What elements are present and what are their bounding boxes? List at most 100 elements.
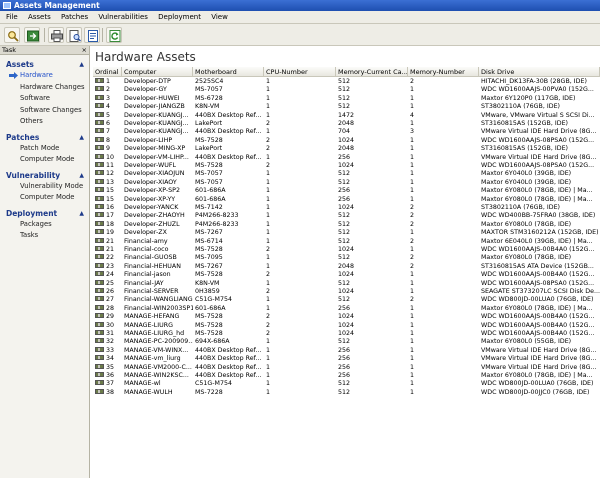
- table-row[interactable]: 37 MANAGE-wl C51G-M754 1 512 1 WDC WD800JD-00L…: [93, 380, 600, 388]
- collapse-icon[interactable]: ▲: [79, 170, 84, 181]
- table-row[interactable]: 32 MANAGE-PC-200909... 694X-686A 1 512 1 Maxto…: [93, 338, 600, 346]
- table-row[interactable]: 24 Financial-jason MS-7528 2 1024 1 WDC WD1600…: [93, 271, 600, 279]
- table-row[interactable]: 3 Developer-HUWEI MS-6728 1 512 1 Maxtor 6Y120…: [93, 94, 600, 103]
- col-memory-current-cell: 512: [338, 237, 351, 245]
- col-computer-cell: Developer-XP-YY: [124, 195, 176, 203]
- table-row[interactable]: 33 MANAGE-VM-WINX... 440BX Desktop Ref... 1…: [93, 346, 600, 355]
- refresh-button[interactable]: [106, 27, 122, 43]
- col-cpu-number-cell: 2: [266, 136, 271, 144]
- group-header-assets[interactable]: Assets ▲: [0, 59, 89, 70]
- table-row[interactable]: 13 Developer-XIAOY MS-7057 1 512 1 Maxtor 6Y04…: [93, 178, 600, 187]
- table-row[interactable]: 17 Developer-ZHAOYH P4M266-8233 1 512 2 WDC WD…: [93, 212, 600, 220]
- col-cpu-number-cell: 2: [266, 145, 271, 153]
- task-item-hardware-changes[interactable]: Hardware Changes: [0, 82, 89, 94]
- task-item-tasks[interactable]: Tasks: [0, 230, 89, 242]
- group-header-patches[interactable]: Patches ▲: [0, 132, 89, 143]
- col-memory-current-cell: 256: [338, 153, 351, 161]
- table-row[interactable]: 31 MANAGE-LIURG_hd MS-7528 2 1024 1 WDC WD1600…: [93, 330, 600, 338]
- task-panel: Task × Assets ▲ Hardware Hardware Change…: [0, 46, 90, 478]
- table-row[interactable]: 21 Financial-amy MS-6714 1 512 2 Maxtor 6E040L…: [93, 237, 600, 246]
- menu-deployment[interactable]: Deployment: [154, 11, 205, 24]
- col-motherboard-header[interactable]: Motherboard: [193, 67, 264, 77]
- task-item-software-changes[interactable]: Software Changes: [0, 105, 89, 117]
- menu-file[interactable]: File: [2, 11, 22, 24]
- collapse-icon[interactable]: ▲: [79, 208, 84, 219]
- task-item-computer-mode[interactable]: Computer Mode: [0, 154, 89, 166]
- table-row[interactable]: 22 Financial-GUOSB MS-7095 1 512 2 Maxtor 6Y08…: [93, 254, 600, 262]
- task-item-patch-mode[interactable]: Patch Mode: [0, 143, 89, 155]
- table-row[interactable]: 36 MANAGE-WIN2KSC... 440BX Desktop Ref... 1…: [93, 372, 600, 380]
- table-row[interactable]: 2 Developer-GY MS-7057 1 512 1 WDC WD1600AAJS-…: [93, 86, 600, 94]
- table-row[interactable]: 7 Developer-KUANGJ... 440BX Desktop Ref...…: [93, 128, 600, 136]
- group-header-vulnerability[interactable]: Vulnerability ▲: [0, 170, 89, 181]
- col-memory-current-header[interactable]: Memory-Current Ca...: [336, 67, 408, 77]
- computer-icon: [95, 380, 104, 386]
- ordinal-value: 15: [106, 187, 115, 195]
- table-row[interactable]: 25 Financial-JAY K8N-VM 1 512 1 WDC WD1600AAJS…: [93, 279, 600, 288]
- print-button[interactable]: [48, 27, 64, 43]
- report-button[interactable]: [84, 27, 100, 43]
- computer-icon: [95, 237, 104, 243]
- col-memory-number-header[interactable]: Memory-Number: [408, 67, 479, 77]
- task-item-hardware[interactable]: Hardware: [0, 70, 89, 82]
- menu-patches[interactable]: Patches: [57, 11, 92, 24]
- col-memory-number-cell: 1: [410, 94, 415, 102]
- table-row[interactable]: 10 Developer-VM-LIHP... 440BX Desktop Ref.…: [93, 153, 600, 162]
- col-memory-current-cell: 2048: [338, 120, 355, 127]
- computer-icon: [95, 313, 104, 319]
- col-cpu-number-cell: 1: [266, 128, 271, 136]
- col-ordinal-header[interactable]: Ordinal: [93, 67, 122, 77]
- computer-icon: [95, 372, 104, 377]
- export-button[interactable]: [24, 27, 40, 43]
- task-item-packages[interactable]: Packages: [0, 219, 89, 231]
- col-ordinal-cell: 25: [93, 279, 122, 288]
- table-row[interactable]: 28 Financial-WIN2003SP1 601-686A 1 256 1 Maxto…: [93, 304, 600, 313]
- table-row[interactable]: 15 Developer-XP-YY 601-686A 1 256 1 Maxtor 6Y0…: [93, 195, 600, 204]
- table-row[interactable]: 26 Financial-SERVER 0H3859 2 1024 1 SEAGATE ST…: [93, 288, 600, 296]
- menu-view[interactable]: View: [207, 11, 232, 24]
- table-row[interactable]: 27 Financial-WANGLIANG C51G-M754 1 512 2 WDC W…: [93, 296, 600, 304]
- ordinal-value: 19: [106, 229, 115, 237]
- table-row[interactable]: 9 Developer-MING-XP LakePort 2 2048 1 ST316081…: [93, 145, 600, 153]
- table-row[interactable]: 16 Developer-YANCK MS-7142 1 1024 2 ST3802110A…: [93, 204, 600, 212]
- table-row[interactable]: 34 MANAGE-vm_liurg 440BX Desktop Ref... 1 25…: [93, 355, 600, 363]
- task-item-vulnerability-mode[interactable]: Vulnerability Mode: [0, 181, 89, 193]
- task-item-others[interactable]: Others: [0, 116, 89, 128]
- col-memory-current-cell: 1024: [338, 313, 355, 321]
- collapse-icon[interactable]: ▲: [79, 132, 84, 143]
- table-row[interactable]: 35 MANAGE-VM2000-C... 440BX Desktop Ref...…: [93, 363, 600, 372]
- col-motherboard-cell: 0H3859: [195, 288, 220, 295]
- collapse-icon[interactable]: ▲: [79, 59, 84, 70]
- table-row[interactable]: 5 Developer-KUANGJ... 440BX Desktop Ref...…: [93, 111, 600, 120]
- group-header-deployment[interactable]: Deployment ▲: [0, 208, 89, 219]
- print-preview-button[interactable]: [66, 27, 82, 43]
- close-icon[interactable]: ×: [82, 46, 87, 55]
- col-memory-current-cell: 512: [338, 170, 351, 178]
- col-computer-cell: MANAGE-LIURG_hd: [124, 330, 185, 337]
- task-item-software[interactable]: Software: [0, 93, 89, 105]
- table-row[interactable]: 1 Developer-DTP 2525SC4 1 512 2 HITACHI_DK13FA…: [93, 78, 600, 86]
- search-button[interactable]: [4, 27, 20, 43]
- table-row[interactable]: 15 Developer-XP-SP2 601-686A 1 256 1 Maxtor 6Y…: [93, 187, 600, 195]
- menu-vulnerabilities[interactable]: Vulnerabilities: [94, 11, 152, 24]
- table-row[interactable]: 19 Developer-ZX MS-7267 1 512 1 MAXTOR STM3160…: [93, 229, 600, 237]
- table-row[interactable]: 4 Developer-JIANGZB K8N-VM 1 512 1 ST3802110A …: [93, 103, 600, 111]
- table-row[interactable]: 6 Developer-KUANGJ... LakePort 2 2048 1 ST3160…: [93, 120, 600, 128]
- table-row[interactable]: 30 MANAGE-LIURG MS-7528 2 1024 1 WDC WD1600AAJ…: [93, 321, 600, 330]
- col-cpu-number-cell: 1: [266, 153, 271, 161]
- table-row[interactable]: 29 MANAGE-HEFANG MS-7528 2 1024 1 WDC WD1600AA…: [93, 313, 600, 321]
- table-row[interactable]: 18 Developer-ZHUZL P4M266-8233 1 512 2 Maxtor …: [93, 220, 600, 229]
- table-row[interactable]: 8 Developer-LIHP MS-7528 2 1024 1 WDC WD1600AA…: [93, 136, 600, 145]
- col-memory-current-cell: 512: [338, 78, 351, 85]
- task-item-computer-mode[interactable]: Computer Mode: [0, 192, 89, 204]
- col-computer-cell: MANAGE-VM-WINX...: [124, 346, 189, 354]
- table-row[interactable]: 12 Developer-XIAOJUN MS-7057 1 512 1 Maxtor 6Y…: [93, 170, 600, 178]
- col-disk-drive-header[interactable]: Disk Drive: [479, 67, 600, 77]
- menu-assets[interactable]: Assets: [24, 11, 55, 24]
- table-row[interactable]: 23 Financial-HEHUAN MS-7267 1 2048 2 ST3160815…: [93, 262, 600, 271]
- table-row[interactable]: 21 Financial-coco MS-7528 2 1024 1 WDC WD1600A…: [93, 246, 600, 254]
- table-row[interactable]: 38 MANAGE-WULH MS-7228 1 512 1 WDC WD800JD-00J…: [93, 388, 600, 397]
- table-row[interactable]: 11 Developer-WUFL MS-7528 2 1024 1 WDC WD1600A…: [93, 162, 600, 170]
- col-computer-header[interactable]: Computer: [122, 67, 193, 77]
- col-cpu-number-header[interactable]: CPU-Number: [264, 67, 336, 77]
